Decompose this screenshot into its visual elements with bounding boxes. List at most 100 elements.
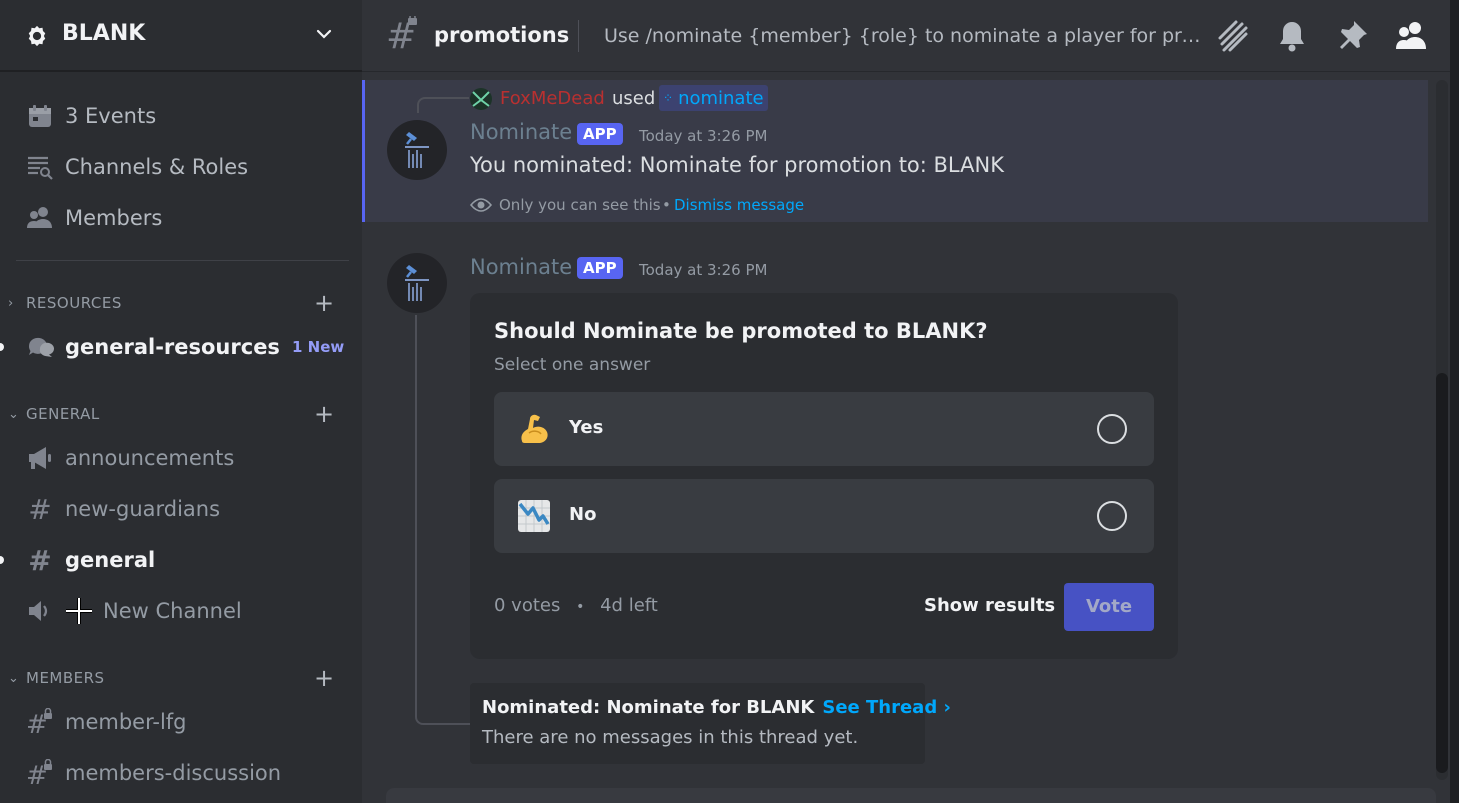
server-header[interactable]: BLANK bbox=[0, 0, 362, 72]
member-list-icon[interactable] bbox=[1394, 18, 1430, 54]
poll-option-no[interactable]: No bbox=[494, 479, 1154, 553]
reply-avatar bbox=[470, 88, 492, 110]
notice-bullet: • bbox=[662, 196, 671, 214]
forum-icon bbox=[26, 333, 54, 361]
hash-icon: # bbox=[28, 492, 52, 526]
thread-connector bbox=[415, 315, 470, 725]
show-results-button[interactable]: Show results bbox=[924, 595, 1055, 616]
window-edge bbox=[1450, 0, 1459, 803]
poll-footer-bullet: • bbox=[576, 599, 585, 615]
channel-sidebar: BLANK 3 Events Channels & Roles Members … bbox=[0, 0, 362, 803]
poll-footer: 0 votes • 4d left bbox=[494, 595, 658, 616]
server-settings-gear-icon bbox=[28, 25, 46, 47]
channel-name: general-resources bbox=[65, 335, 280, 359]
members-label: Members bbox=[65, 206, 163, 230]
channel-name: general bbox=[65, 548, 156, 572]
channel-name: announcements bbox=[65, 446, 235, 470]
add-channel-members-icon[interactable]: + bbox=[314, 666, 334, 690]
eye-icon bbox=[470, 198, 492, 212]
message-timestamp: Today at 3:26 PM bbox=[639, 261, 768, 279]
unread-indicator bbox=[0, 556, 4, 564]
category-members[interactable]: ⌄ MEMBERS bbox=[8, 667, 105, 689]
pin-icon[interactable] bbox=[1334, 18, 1370, 54]
header-divider bbox=[578, 20, 579, 52]
thread-preview[interactable]: Nominated: Nominate for BLANK See Thread … bbox=[470, 683, 951, 764]
category-general-label: GENERAL bbox=[26, 405, 100, 423]
channel-name: new-guardians bbox=[65, 497, 221, 521]
ephemeral-notice: Only you can see this bbox=[499, 196, 661, 214]
bot-username[interactable]: Nominate bbox=[470, 255, 572, 279]
message-timestamp: Today at 3:26 PM bbox=[639, 127, 768, 145]
poll-option-radio[interactable] bbox=[1097, 414, 1127, 444]
chevron-down-icon: ⌄ bbox=[8, 406, 20, 422]
channel-title: promotions bbox=[434, 23, 570, 47]
poll-question: Should Nominate be promoted to BLANK? bbox=[494, 319, 988, 343]
server-name: BLANK bbox=[62, 21, 146, 46]
channel-member-lfg[interactable]: # member-lfg bbox=[26, 702, 187, 742]
command-name: nominate bbox=[678, 87, 764, 109]
slash-command-chip[interactable]: ⁘ nominate bbox=[659, 85, 768, 111]
channels-roles-item[interactable]: Channels & Roles bbox=[26, 149, 248, 185]
poll-option-yes[interactable]: Yes bbox=[494, 392, 1154, 466]
new-posts-badge: 1 New bbox=[292, 338, 345, 356]
channel-general-resources[interactable]: general-resources bbox=[26, 327, 280, 367]
category-general[interactable]: ⌄ GENERAL bbox=[8, 403, 100, 425]
unread-indicator bbox=[0, 343, 4, 351]
locked-hash-icon: # bbox=[26, 759, 54, 787]
app-badge: APP bbox=[577, 257, 623, 279]
notification-bell-icon[interactable] bbox=[1274, 18, 1310, 54]
scrollbar-thumb[interactable] bbox=[1436, 373, 1448, 773]
bot-avatar[interactable] bbox=[387, 120, 447, 180]
poll-subtitle: Select one answer bbox=[494, 355, 651, 375]
chart-decreasing-icon bbox=[518, 500, 550, 532]
category-resources[interactable]: › RESOURCES bbox=[8, 292, 122, 314]
reply-connector bbox=[417, 97, 469, 113]
chevron-down-icon: ⌄ bbox=[8, 670, 20, 686]
events-item[interactable]: 3 Events bbox=[26, 98, 156, 134]
see-thread-link[interactable]: See Thread › bbox=[822, 697, 951, 718]
dismiss-message-link[interactable]: Dismiss message bbox=[674, 196, 804, 214]
members-icon bbox=[26, 204, 54, 232]
poll-option-label: No bbox=[569, 504, 597, 525]
hash-icon: # bbox=[386, 16, 417, 52]
thread-empty-text: There are no messages in this thread yet… bbox=[482, 727, 859, 748]
sidebar-divider bbox=[16, 260, 349, 261]
events-label: 3 Events bbox=[65, 104, 157, 128]
flexed-biceps-icon bbox=[521, 414, 548, 443]
thread-title: Nominated: Nominate for BLANK bbox=[482, 697, 815, 718]
bot-username[interactable]: Nominate bbox=[470, 120, 572, 144]
channel-topic[interactable]: Use /nominate {member} {role} to nominat… bbox=[604, 25, 1204, 47]
poll-option-radio[interactable] bbox=[1097, 501, 1127, 531]
channels-roles-icon bbox=[26, 153, 54, 181]
channel-members-discussion[interactable]: # members-discussion bbox=[26, 753, 281, 793]
message-input-bar[interactable] bbox=[386, 788, 1436, 803]
megaphone-icon bbox=[26, 444, 54, 472]
message-list: FoxMeDead used ⁘ nominate Nominate APP T… bbox=[362, 72, 1436, 803]
locked-hash-icon: # bbox=[26, 708, 54, 736]
reply-used-text: used bbox=[612, 88, 656, 109]
poll-time-left: 4d left bbox=[600, 595, 658, 616]
bot-avatar[interactable] bbox=[387, 253, 447, 313]
thread-title-row: Nominated: Nominate for BLANK See Thread … bbox=[482, 697, 951, 718]
channel-general[interactable]: # general bbox=[26, 540, 155, 580]
category-resources-label: RESOURCES bbox=[26, 294, 122, 312]
channel-header: # promotions Use /nominate {member} {rol… bbox=[362, 0, 1459, 72]
reply-username[interactable]: FoxMeDead bbox=[500, 88, 605, 109]
channel-new-guardians[interactable]: # new-guardians bbox=[26, 489, 220, 529]
poll-option-label: Yes bbox=[569, 417, 604, 438]
category-members-label: MEMBERS bbox=[26, 669, 105, 687]
add-channel-general-icon[interactable]: + bbox=[314, 402, 334, 426]
vote-button[interactable]: Vote bbox=[1064, 583, 1154, 631]
channel-announcements[interactable]: announcements bbox=[26, 438, 234, 478]
ephemeral-message: FoxMeDead used ⁘ nominate Nominate APP T… bbox=[362, 80, 1428, 222]
channel-name: members-discussion bbox=[65, 761, 282, 785]
add-channel-resources-icon[interactable]: + bbox=[314, 291, 334, 315]
chevron-down-icon[interactable] bbox=[314, 24, 334, 44]
channel-new-channel[interactable]: New Channel bbox=[26, 591, 242, 631]
members-item[interactable]: Members bbox=[26, 200, 162, 236]
threads-icon[interactable] bbox=[1214, 18, 1250, 54]
calendar-icon bbox=[26, 102, 54, 130]
poll-card: Should Nominate be promoted to BLANK? Se… bbox=[470, 293, 1178, 659]
channel-name: New Channel bbox=[103, 599, 242, 623]
cursor-crosshair-icon bbox=[65, 597, 93, 625]
